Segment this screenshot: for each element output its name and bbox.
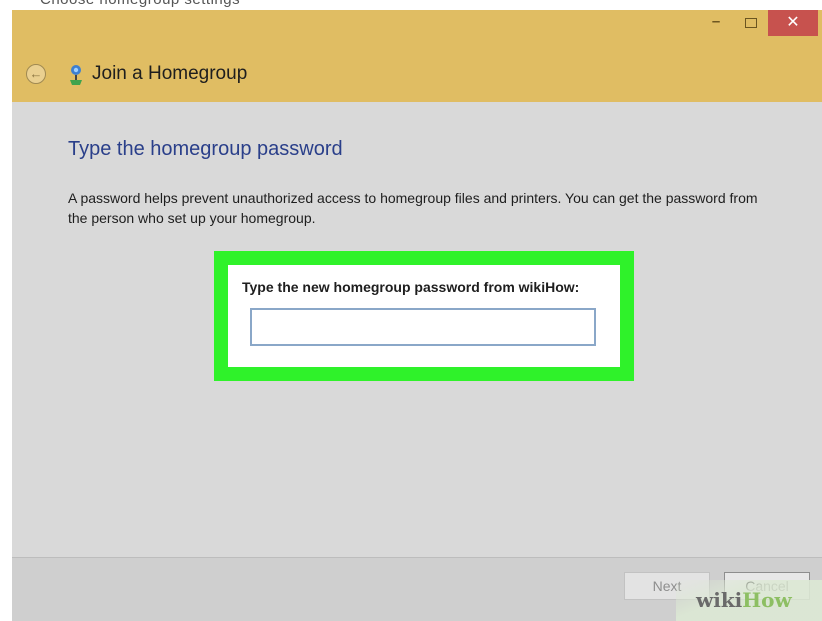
password-label: Type the new homegroup password from wik… [242, 279, 580, 295]
join-homegroup-window: – ✕ ← Join a Homegroup Type the homegrou… [12, 10, 822, 621]
watermark-wiki: wiki [696, 588, 743, 612]
maximize-icon [745, 18, 757, 28]
minimize-button[interactable]: – [698, 10, 734, 36]
maximize-button[interactable] [734, 10, 768, 36]
password-panel: Type the new homegroup password from wik… [228, 265, 620, 367]
password-input[interactable] [250, 308, 596, 346]
watermark-how: How [742, 588, 792, 612]
homegroup-icon [70, 65, 82, 85]
back-button[interactable]: ← [26, 64, 46, 84]
title-bar: – ✕ [12, 10, 822, 42]
wikihow-watermark: wikiHow [676, 580, 822, 621]
background-window-title: Choose homegroup settings [40, 0, 240, 8]
navigation-bar: ← Join a Homegroup [12, 54, 822, 94]
description-text: A password helps prevent unauthorized ac… [68, 190, 758, 226]
window-title: Join a Homegroup [92, 63, 248, 84]
content-area: Type the homegroup password A password h… [12, 102, 822, 557]
close-button[interactable]: ✕ [768, 10, 818, 36]
page-heading: Type the homegroup password [68, 138, 343, 160]
highlight-box: Type the new homegroup password from wik… [214, 251, 634, 381]
